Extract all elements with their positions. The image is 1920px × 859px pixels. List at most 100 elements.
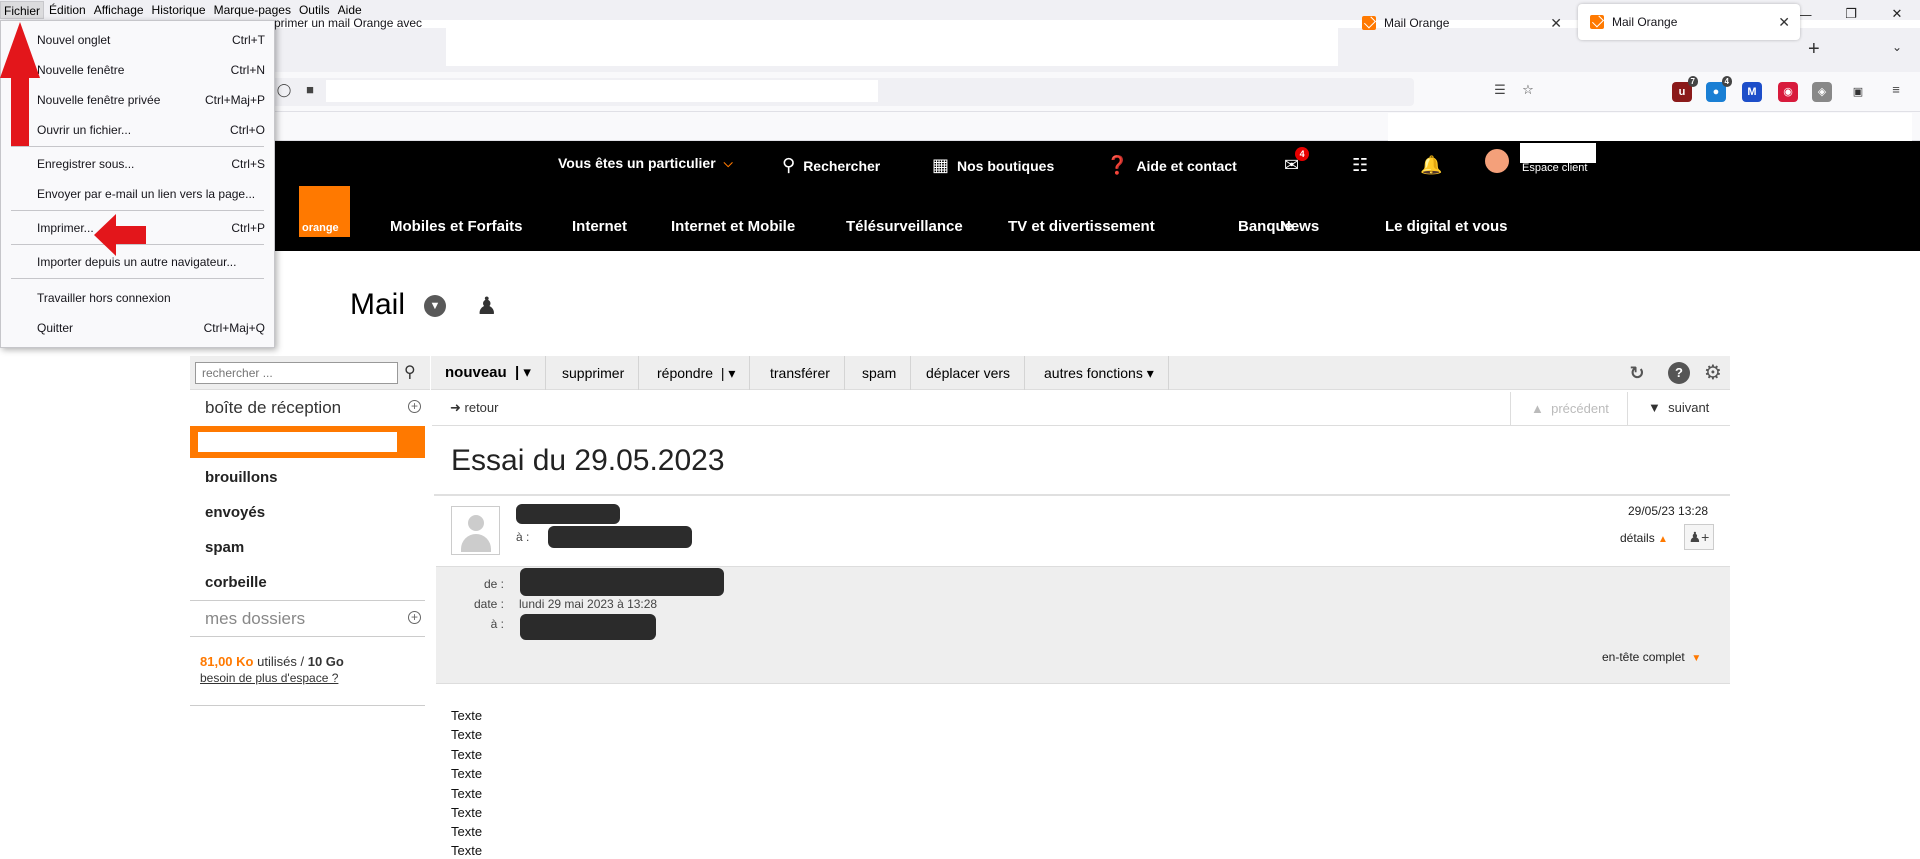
sidebar-active-redacted bbox=[198, 432, 397, 452]
close-tab-icon[interactable]: ✕ bbox=[1550, 15, 1562, 32]
privacy-shield-icon[interactable]: ◈ bbox=[1812, 82, 1832, 102]
close-tab-icon[interactable]: ✕ bbox=[1778, 14, 1790, 31]
tab-article[interactable]: primer un mail Orange avec bbox=[262, 2, 446, 44]
nav-tv[interactable]: TV et divertissement bbox=[1008, 218, 1155, 235]
tab-mail-orange-2[interactable]: Mail Orange ✕ bbox=[1578, 4, 1800, 40]
nav-internet-mobile[interactable]: Internet et Mobile bbox=[671, 218, 795, 235]
menu-item-quitter[interactable]: Quitter Ctrl+Maj+Q bbox=[37, 321, 265, 335]
menu-item-imprimer[interactable]: Imprimer... Ctrl+P bbox=[37, 221, 265, 235]
add-folder-icon[interactable]: + bbox=[408, 400, 421, 413]
mail-search-input[interactable] bbox=[195, 362, 398, 384]
spam-button[interactable]: spam bbox=[848, 356, 912, 390]
more-space-link[interactable]: besoin de plus d'espace ? bbox=[200, 671, 338, 685]
chevron-down-icon[interactable]: ▼ bbox=[424, 295, 446, 317]
sidebar-item-corbeille[interactable]: corbeille bbox=[205, 574, 267, 591]
nav-news[interactable]: News bbox=[1280, 218, 1319, 235]
extension-blue-icon[interactable]: ● 4 bbox=[1706, 76, 1732, 102]
help-icon[interactable]: ? bbox=[1668, 362, 1690, 384]
bell-icon[interactable]: 🔔 bbox=[1420, 155, 1450, 176]
nav-internet[interactable]: Internet bbox=[572, 218, 627, 235]
menu-item-ouvrir-fichier[interactable]: Ouvrir un fichier... Ctrl+O bbox=[37, 123, 265, 137]
menu-item-nouvel-onglet[interactable]: Nouvel onglet Ctrl+T bbox=[37, 33, 265, 47]
nouveau-button[interactable]: nouveau | ▾ bbox=[431, 356, 546, 390]
menu-fichier[interactable]: Fichier bbox=[0, 1, 45, 19]
hdr-de-label: de : bbox=[483, 577, 504, 591]
hdr-date-value: lundi 29 mai 2023 à 13:28 bbox=[519, 597, 658, 611]
nav-telesurveillance[interactable]: Télésurveillance bbox=[846, 218, 963, 235]
new-tab-icon[interactable]: + bbox=[1808, 38, 1820, 61]
sidebar-item-envoyes[interactable]: envoyés bbox=[205, 504, 265, 521]
body-line: Texte bbox=[451, 766, 483, 781]
menu-item-envoyer-lien[interactable]: Envoyer par e-mail un lien vers la page.… bbox=[37, 187, 265, 201]
menu-item-hors-connexion[interactable]: Travailler hors connexion bbox=[37, 291, 265, 305]
chevron-down-icon[interactable]: ⌄ bbox=[1892, 40, 1902, 54]
transferer-button[interactable]: transférer bbox=[756, 356, 845, 390]
ublock-icon[interactable]: u7 bbox=[1672, 76, 1698, 102]
message-date: 29/05/23 13:28 bbox=[1628, 504, 1709, 518]
chevron-down-icon: ⌵ bbox=[723, 155, 733, 170]
nav-digital[interactable]: Le digital et vous bbox=[1385, 218, 1508, 235]
autres-fonctions-button[interactable]: autres fonctions ▾ bbox=[1030, 356, 1169, 390]
add-contact-icon[interactable]: ♟+ bbox=[1684, 524, 1714, 550]
menu-item-nouvelle-fenetre[interactable]: Nouvelle fenêtre Ctrl+N bbox=[37, 63, 265, 77]
reader-view-icon[interactable]: ☰ bbox=[1492, 82, 1508, 98]
extensions-puzzle-icon[interactable]: ▣ bbox=[1848, 82, 1868, 102]
lock-icon[interactable]: ■ bbox=[302, 82, 318, 98]
body-line: Texte bbox=[451, 747, 483, 762]
menu-edition[interactable]: Édition bbox=[46, 1, 89, 19]
nav-mobiles[interactable]: Mobiles et Forfaits bbox=[390, 218, 523, 235]
window-controls: — ❐ ✕ bbox=[1782, 0, 1920, 28]
menu-affichage[interactable]: Affichage bbox=[91, 1, 147, 19]
refresh-icon[interactable]: ↻ bbox=[1626, 362, 1648, 384]
boutiques-link[interactable]: ▦ Nos boutiques bbox=[932, 155, 1054, 176]
aide-link[interactable]: ❓ Aide et contact bbox=[1106, 155, 1237, 176]
precedent-button[interactable]: ▲ précédent bbox=[1510, 392, 1628, 426]
orange-logo[interactable]: orange bbox=[299, 186, 350, 237]
close-window-icon[interactable]: ✕ bbox=[1874, 0, 1920, 28]
add-folder-icon[interactable]: + bbox=[408, 611, 421, 624]
repondre-button[interactable]: répondre | ▾ bbox=[643, 356, 751, 390]
sidebar-inbox-heading[interactable]: boîte de réception bbox=[205, 398, 341, 418]
full-header-toggle[interactable]: en-tête complet ▼ bbox=[1602, 650, 1701, 664]
menu-item-fenetre-privee[interactable]: Nouvelle fenêtre privée Ctrl+Maj+P bbox=[37, 93, 265, 107]
orange-favicon-icon bbox=[1362, 16, 1376, 30]
shield-icon[interactable]: ◯ bbox=[276, 82, 292, 98]
menu-separator bbox=[11, 146, 264, 147]
espace-client-label[interactable]: Espace client bbox=[1522, 162, 1587, 174]
menu-item-importer[interactable]: Importer depuis un autre navigateur... bbox=[37, 255, 265, 269]
hamburger-menu-icon[interactable]: ≡ bbox=[1888, 82, 1904, 98]
gear-icon[interactable]: ⚙ bbox=[1702, 362, 1724, 384]
extension-red-icon[interactable]: ◉ bbox=[1778, 82, 1798, 102]
search-icon[interactable]: ⚲ bbox=[404, 362, 416, 382]
suivant-button[interactable]: ▼ suivant bbox=[1648, 400, 1709, 415]
envelope-icon: ✉ 4 bbox=[1284, 147, 1310, 176]
contact-mail-icon[interactable]: ♟ bbox=[476, 292, 498, 321]
supprimer-button[interactable]: supprimer bbox=[548, 356, 640, 390]
sidebar-divider bbox=[190, 636, 425, 637]
redacted-recipient bbox=[548, 526, 692, 548]
menu-item-enregistrer-sous[interactable]: Enregistrer sous... Ctrl+S bbox=[37, 157, 265, 171]
search-link[interactable]: ⚲ Rechercher bbox=[782, 155, 880, 176]
sidebar-item-brouillons[interactable]: brouillons bbox=[205, 469, 278, 486]
user-avatar-icon[interactable] bbox=[1485, 149, 1509, 173]
menu-historique[interactable]: Historique bbox=[149, 1, 209, 19]
body-line: Texte bbox=[451, 843, 483, 858]
redacted-from bbox=[520, 568, 724, 596]
bookmark-star-icon[interactable]: ☆ bbox=[1520, 82, 1536, 98]
tab-mail-orange-1[interactable]: Mail Orange ✕ bbox=[1350, 2, 1572, 44]
mail-page-title: Mail bbox=[350, 288, 406, 321]
details-toggle[interactable]: détails ▲ bbox=[1620, 531, 1668, 545]
body-line: Texte bbox=[451, 727, 483, 742]
hdr-date-label: date : bbox=[473, 597, 504, 611]
apps-grid-icon[interactable]: ☷ bbox=[1352, 155, 1376, 176]
deplacer-button[interactable]: déplacer vers bbox=[912, 356, 1026, 390]
mail-icon-link[interactable]: ✉ 4 bbox=[1284, 147, 1310, 176]
body-line: Texte bbox=[451, 824, 483, 839]
malwarebytes-icon[interactable]: M bbox=[1742, 82, 1762, 102]
sidebar-item-spam[interactable]: spam bbox=[205, 539, 244, 556]
retour-button[interactable]: ➜︎ retour bbox=[450, 400, 498, 416]
particulier-selector[interactable]: Vous êtes un particulier ⌵ bbox=[558, 155, 733, 171]
restore-icon[interactable]: ❐ bbox=[1828, 0, 1874, 28]
hdr-a-label: à : bbox=[490, 617, 504, 631]
sidebar-folders-heading[interactable]: mes dossiers bbox=[205, 609, 305, 629]
